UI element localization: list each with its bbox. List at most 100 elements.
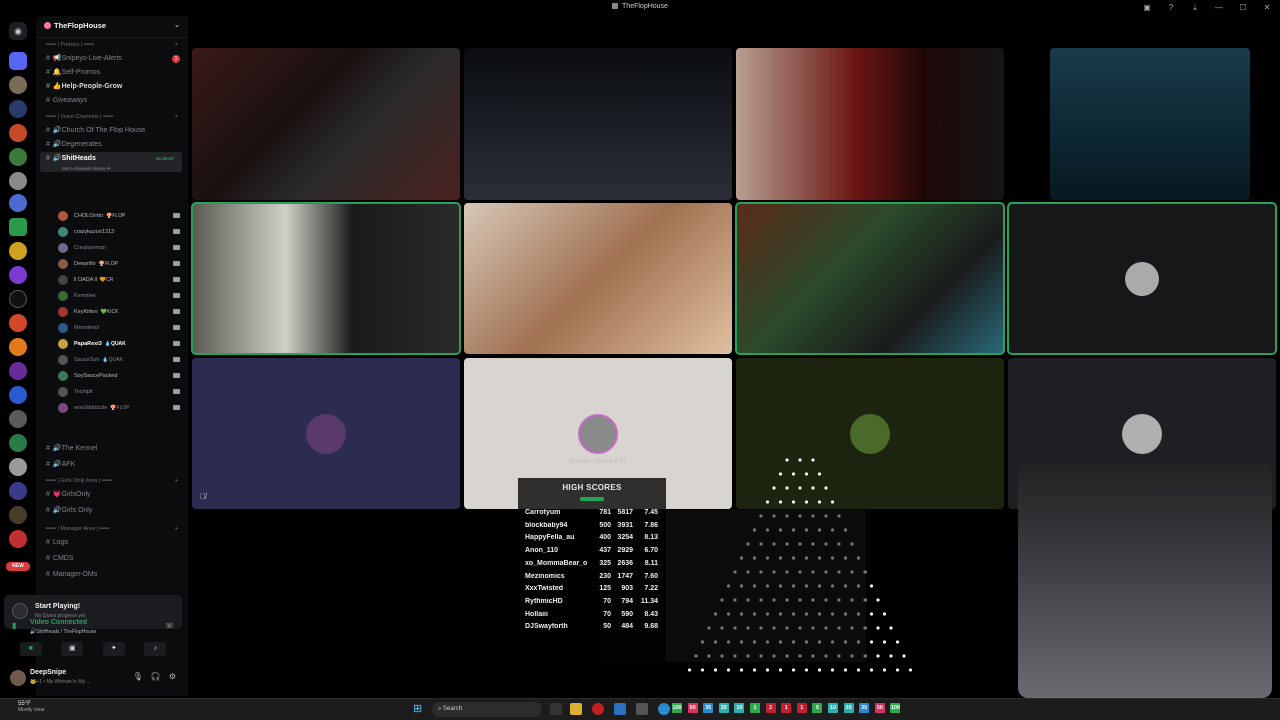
text-channel[interactable]: # Giveaways	[36, 94, 188, 108]
server-icon[interactable]	[9, 410, 27, 428]
channel-category[interactable]: ━━━ | Girls Only Area | ━━━ +	[36, 474, 188, 488]
username[interactable]: DeepSnipe	[30, 669, 66, 676]
activity-icon[interactable]: ✦	[102, 642, 125, 656]
video-tile-speaking[interactable]	[1007, 202, 1277, 355]
tray-badge[interactable]: 1	[750, 703, 760, 713]
server-icon[interactable]	[9, 76, 27, 94]
voice-member[interactable]: Kermilee	[58, 288, 184, 304]
avatar-tile[interactable]: 🎙̸	[192, 358, 460, 509]
disconnect-icon[interactable]: ☏	[165, 622, 174, 630]
tray-badge[interactable]: 10	[828, 703, 838, 713]
server-icon[interactable]	[9, 434, 27, 452]
voice-member[interactable]: SoySaucePacked	[58, 368, 184, 384]
server-icon[interactable]	[9, 290, 27, 308]
close-button[interactable]: ✕	[1262, 3, 1272, 13]
voice-channel[interactable]: # 🔊The Kennel	[36, 442, 188, 456]
video-tile[interactable]	[464, 48, 732, 200]
tray-badge[interactable]: 1	[781, 703, 792, 713]
server-icon[interactable]	[9, 194, 27, 212]
server-icon[interactable]	[9, 148, 27, 166]
add-channel-icon[interactable]: +	[175, 110, 178, 124]
voice-channel[interactable]: # 🔊AFK	[36, 458, 188, 472]
tray-badge[interactable]: 5	[812, 703, 823, 713]
voice-member[interactable]: Techipit	[58, 384, 184, 400]
server-icon[interactable]	[9, 100, 27, 118]
tray-badge[interactable]: 100	[890, 703, 901, 713]
voice-channel[interactable]: # 🔊ShitHeads 41:26:47 Set a channel status …	[40, 152, 182, 172]
app-icon[interactable]	[614, 703, 626, 715]
voice-channel[interactable]: # 🔊Church Of The Flop House	[36, 124, 188, 138]
camera-icon[interactable]: ■	[19, 642, 42, 656]
video-tile-speaking[interactable]	[191, 202, 461, 355]
video-tile-speaking[interactable]	[735, 202, 1005, 355]
headphones-icon[interactable]: 🎧	[151, 672, 161, 681]
minimize-button[interactable]: —	[1214, 3, 1224, 13]
tray-badge[interactable]: 20	[843, 703, 854, 713]
text-channel[interactable]: # Manager-DMs	[36, 568, 188, 582]
server-icon[interactable]	[9, 242, 27, 260]
tray-badge[interactable]: 50	[874, 703, 885, 713]
tray-badge[interactable]: 10	[734, 703, 745, 713]
microphone-icon[interactable]: 🎙	[133, 672, 143, 681]
server-icon[interactable]	[9, 266, 27, 284]
video-tile[interactable]	[736, 48, 1004, 200]
screen-share-icon[interactable]: ▣	[61, 642, 84, 656]
video-tile[interactable]	[464, 203, 732, 354]
tray-badge[interactable]: 100	[672, 703, 682, 713]
download-icon[interactable]: ⤓	[1190, 3, 1200, 13]
channel-category[interactable]: ━━━ | Voice Channels | ━━━ +	[36, 110, 188, 124]
add-channel-icon[interactable]: +	[175, 474, 178, 488]
chevron-down-icon[interactable]: ⌄	[174, 21, 180, 29]
server-icon[interactable]	[9, 530, 27, 548]
server-icon[interactable]	[9, 458, 27, 476]
tray-badge[interactable]: 20	[718, 703, 729, 713]
tray-badge[interactable]: 1	[796, 703, 807, 713]
text-channel[interactable]: # 🔔Self-Promos	[36, 66, 188, 80]
task-view-icon[interactable]	[550, 703, 562, 715]
tray-badge[interactable]: 35	[859, 703, 870, 713]
text-channel[interactable]: # 👍Help-People-Grow	[36, 80, 188, 94]
guild-header[interactable]: TheFlopHouse ⌄	[36, 16, 188, 38]
server-icon[interactable]	[9, 338, 27, 356]
settings-icon[interactable]	[636, 703, 648, 715]
server-icon[interactable]	[9, 124, 27, 142]
add-channel-icon[interactable]: +	[175, 522, 178, 536]
app-icon[interactable]	[592, 703, 604, 715]
voice-member[interactable]: Deeprillo 🍄FLOP	[58, 256, 184, 272]
channel-category[interactable]: ━━━ | Manager Area | ━━━ +	[36, 522, 188, 536]
voice-member[interactable]: crazykazoo1313	[58, 224, 184, 240]
voice-channel[interactable]: # 🔊Degenerates	[36, 138, 188, 152]
voice-status-channel[interactable]: 🔊ShitHeads / TheFlopHouse	[30, 629, 96, 635]
discord-home-icon[interactable]: ◉	[9, 22, 27, 40]
server-icon[interactable]	[9, 314, 27, 332]
voice-member[interactable]: PapaRexi3 💧QUAK	[58, 336, 184, 352]
weather-widget[interactable]: 55°F Mostly clear	[18, 701, 45, 713]
gear-icon[interactable]: ⚙	[169, 672, 176, 681]
server-icon[interactable]	[9, 506, 27, 524]
voice-member[interactable]: Mexoterio!	[58, 320, 184, 336]
video-tile[interactable]	[1050, 48, 1250, 200]
tray-badge[interactable]: 2	[765, 703, 776, 713]
voice-member[interactable]: CHOLOrrito 🍄FLOP	[58, 208, 184, 224]
server-icon[interactable]	[9, 386, 27, 404]
voice-member[interactable]: SauceSuh 💧QUAK	[58, 352, 184, 368]
server-icon[interactable]	[9, 362, 27, 380]
voice-member[interactable]: Creatureman	[58, 240, 184, 256]
text-channel[interactable]: # 💗GirlsOnly	[36, 488, 188, 502]
add-channel-icon[interactable]: +	[175, 38, 178, 52]
channel-status[interactable]: Set a channel status ✏	[62, 162, 111, 172]
help-icon[interactable]: ?	[1166, 3, 1176, 13]
maximize-button[interactable]: ☐	[1238, 3, 1248, 13]
file-explorer-icon[interactable]	[570, 703, 582, 715]
soundboard-icon[interactable]: ♪	[144, 642, 167, 656]
avatar[interactable]	[10, 670, 26, 686]
voice-channel[interactable]: # 🔊Girls Only	[36, 504, 188, 518]
server-icon[interactable]	[9, 52, 27, 70]
video-tile[interactable]	[192, 48, 460, 200]
tray-badge[interactable]: 50	[687, 703, 698, 713]
text-channel[interactable]: # Logs	[36, 536, 188, 550]
inbox-icon[interactable]: ▣	[1142, 3, 1152, 13]
voice-member[interactable]: KeyKitten 💚KICK	[58, 304, 184, 320]
taskbar-search[interactable]: ⌕ Search	[432, 702, 542, 717]
windows-start-icon[interactable]: ⊞	[413, 704, 424, 715]
